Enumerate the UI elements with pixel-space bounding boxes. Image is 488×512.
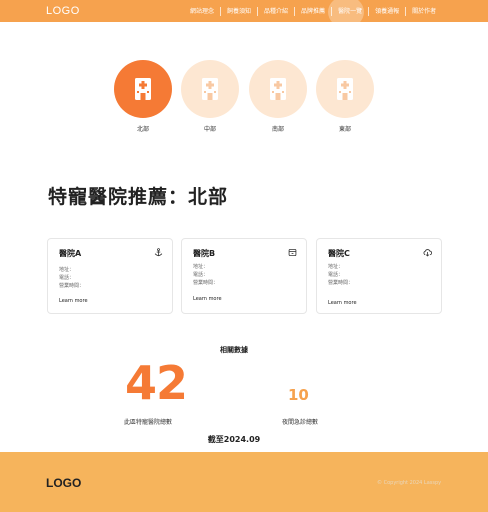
nav-item-philosophy[interactable]: 網站理念: [184, 7, 220, 16]
region-central-button[interactable]: 中部: [181, 60, 239, 133]
nav-item-adoption[interactable]: 領養通報: [368, 6, 405, 16]
hospital-address: 地址：: [328, 264, 344, 270]
nav-item-about[interactable]: 關於作者: [405, 6, 442, 16]
learn-more-link[interactable]: Learn more: [59, 298, 88, 304]
hospital-phone: 電話：: [328, 272, 344, 278]
hospital-hours: 營業時間：: [193, 280, 219, 286]
stats-title: 相關數據: [220, 346, 248, 354]
copyright-text: © Copyright 2024 Lasspy: [377, 480, 442, 486]
as-of-date: 截至2024.09: [207, 435, 261, 444]
hospital-card: 醫院B 地址： 電話： 營業時間： Learn more: [181, 238, 307, 314]
region-label: 東部: [338, 126, 351, 133]
anchor-icon: [154, 248, 163, 257]
region-north-button[interactable]: 北部: [114, 60, 172, 133]
hospital-hours: 營業時間：: [59, 283, 85, 289]
region-south-button[interactable]: 南部: [249, 60, 307, 133]
hospital-name: 醫院A: [59, 249, 82, 258]
region-circle: [249, 60, 307, 118]
region-circle: [114, 60, 172, 118]
nav-item-care-guide[interactable]: 飼養須知: [220, 6, 257, 16]
nav-item-brands[interactable]: 品牌推薦: [294, 6, 331, 16]
hospital-name: 醫院C: [328, 249, 350, 258]
nav-item-hospitals[interactable]: 醫院一覽: [328, 0, 368, 28]
hospital-address: 地址：: [193, 264, 209, 270]
emergency-count-value: 10: [288, 386, 309, 404]
box-icon: [288, 248, 297, 257]
region-circle: [181, 60, 239, 118]
region-label: 中部: [203, 126, 216, 133]
cloud-download-icon: [423, 249, 432, 257]
region-circle: [316, 60, 374, 118]
footer: LOGO © Copyright 2024 Lasspy: [0, 452, 488, 512]
learn-more-link[interactable]: Learn more: [193, 296, 222, 302]
hospital-icon: [135, 78, 151, 100]
hospital-count-value: 42: [125, 356, 188, 410]
hospital-card: 醫院C 地址： 電話： 營業時間： Learn more: [316, 238, 442, 314]
hospital-address: 地址：: [59, 267, 75, 273]
hospital-hours: 營業時間：: [328, 280, 354, 286]
region-label: 南部: [271, 126, 284, 133]
emergency-count-label: 夜間急診總數: [282, 419, 319, 426]
header-logo[interactable]: LOGO: [46, 5, 80, 17]
hospital-name: 醫院B: [193, 249, 216, 258]
hospital-icon: [270, 78, 286, 100]
hospital-icon: [202, 78, 218, 100]
nav-item-breeds[interactable]: 品種介紹: [257, 6, 294, 16]
hospital-count-label: 此區特寵醫院總數: [124, 419, 173, 426]
nav-links: 網站理念 飼養須知 品種介紹 品牌推薦 醫院一覽 領養通報 關於作者: [184, 0, 442, 28]
hospital-phone: 電話：: [193, 272, 209, 278]
footer-logo[interactable]: LOGO: [46, 476, 81, 490]
hospital-phone: 電話：: [59, 275, 75, 281]
top-navbar: LOGO 網站理念 飼養須知 品種介紹 品牌推薦 醫院一覽 領養通報 關於作者: [0, 0, 488, 28]
region-east-button[interactable]: 東部: [316, 60, 374, 133]
hospital-icon: [337, 78, 353, 100]
hospital-card: 醫院A 地址： 電話： 營業時間： Learn more: [47, 238, 173, 314]
page-title: 特寵醫院推薦：北部: [48, 186, 229, 208]
learn-more-link[interactable]: Learn more: [328, 300, 357, 306]
region-label: 北部: [136, 126, 149, 133]
